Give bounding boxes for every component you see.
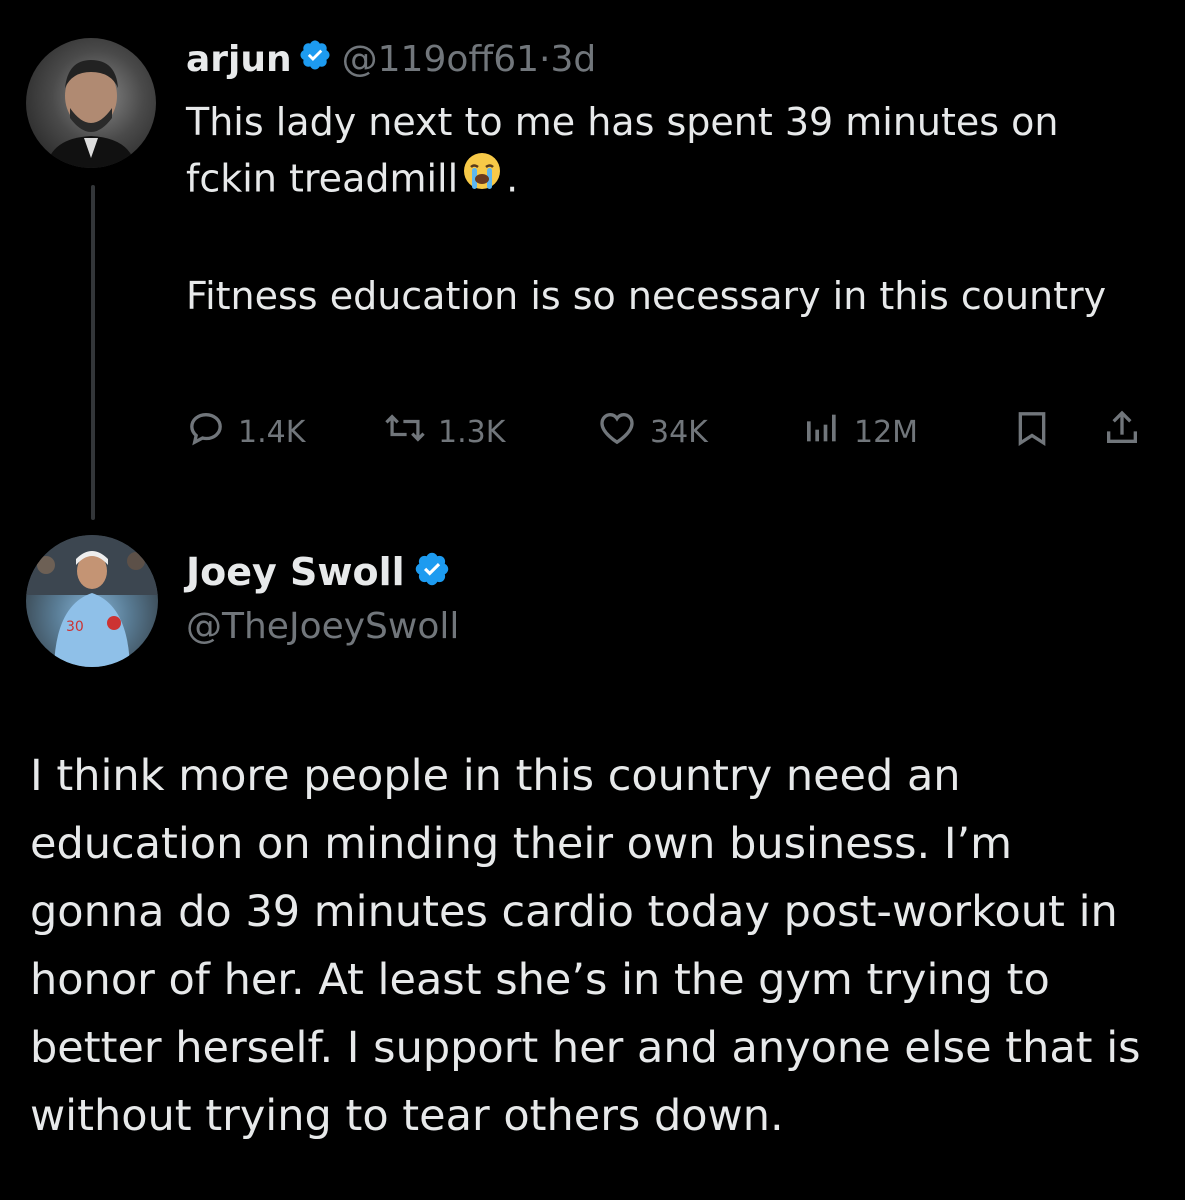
- bookmark-icon: [1012, 408, 1052, 456]
- views-button[interactable]: 12M: [802, 408, 918, 456]
- tweet2-author-name[interactable]: Joey Swoll: [186, 550, 405, 594]
- tweet1-text: This lady next to me has spent 39 minute…: [186, 94, 1136, 324]
- share-button[interactable]: [1102, 408, 1142, 456]
- tweet1-text-para2: Fitness education is so necessary in thi…: [186, 274, 1107, 318]
- tweet1-text-period: .: [506, 156, 519, 201]
- tweet1-header: arjun @119off61·3d: [186, 36, 596, 85]
- repost-count: 1.3K: [438, 414, 506, 450]
- like-button[interactable]: 34K: [596, 408, 708, 456]
- repost-icon: [384, 408, 426, 456]
- tweet1-action-bar: 1.4K 1.3K 34K 12M: [186, 408, 1156, 456]
- avatar-arjun[interactable]: [26, 38, 156, 168]
- tweet2-author: Joey Swoll: [186, 546, 451, 601]
- verified-badge-icon: [298, 37, 332, 85]
- heart-icon: [596, 408, 638, 456]
- repost-button[interactable]: 1.3K: [384, 408, 505, 456]
- views-count: 12M: [854, 414, 919, 450]
- tweet1-timestamp[interactable]: 3d: [550, 39, 596, 80]
- reply-count: 1.4K: [238, 414, 306, 450]
- verified-badge-icon: [413, 549, 451, 601]
- bookmark-button[interactable]: [1012, 408, 1052, 456]
- reply-icon: [186, 408, 226, 456]
- thread-connector-line: [91, 185, 95, 520]
- like-count: 34K: [650, 414, 708, 450]
- loudly-crying-face-icon: [462, 150, 502, 206]
- tweet2-text: I think more people in this country need…: [30, 751, 1141, 1141]
- tweet2-handle[interactable]: @TheJoeySwoll: [186, 602, 459, 652]
- svg-text:30: 30: [66, 619, 84, 635]
- tweet1-text-line1: This lady next to me has spent 39 minute…: [186, 100, 1059, 201]
- tweet1-separator: ·: [539, 39, 551, 80]
- share-icon: [1102, 408, 1142, 456]
- tweet1-handle[interactable]: @119off61: [342, 39, 539, 80]
- analytics-icon: [802, 408, 842, 456]
- avatar-joey-swoll[interactable]: 30: [26, 535, 158, 667]
- tweet1-author-name[interactable]: arjun: [186, 39, 292, 80]
- reply-button[interactable]: 1.4K: [186, 408, 305, 456]
